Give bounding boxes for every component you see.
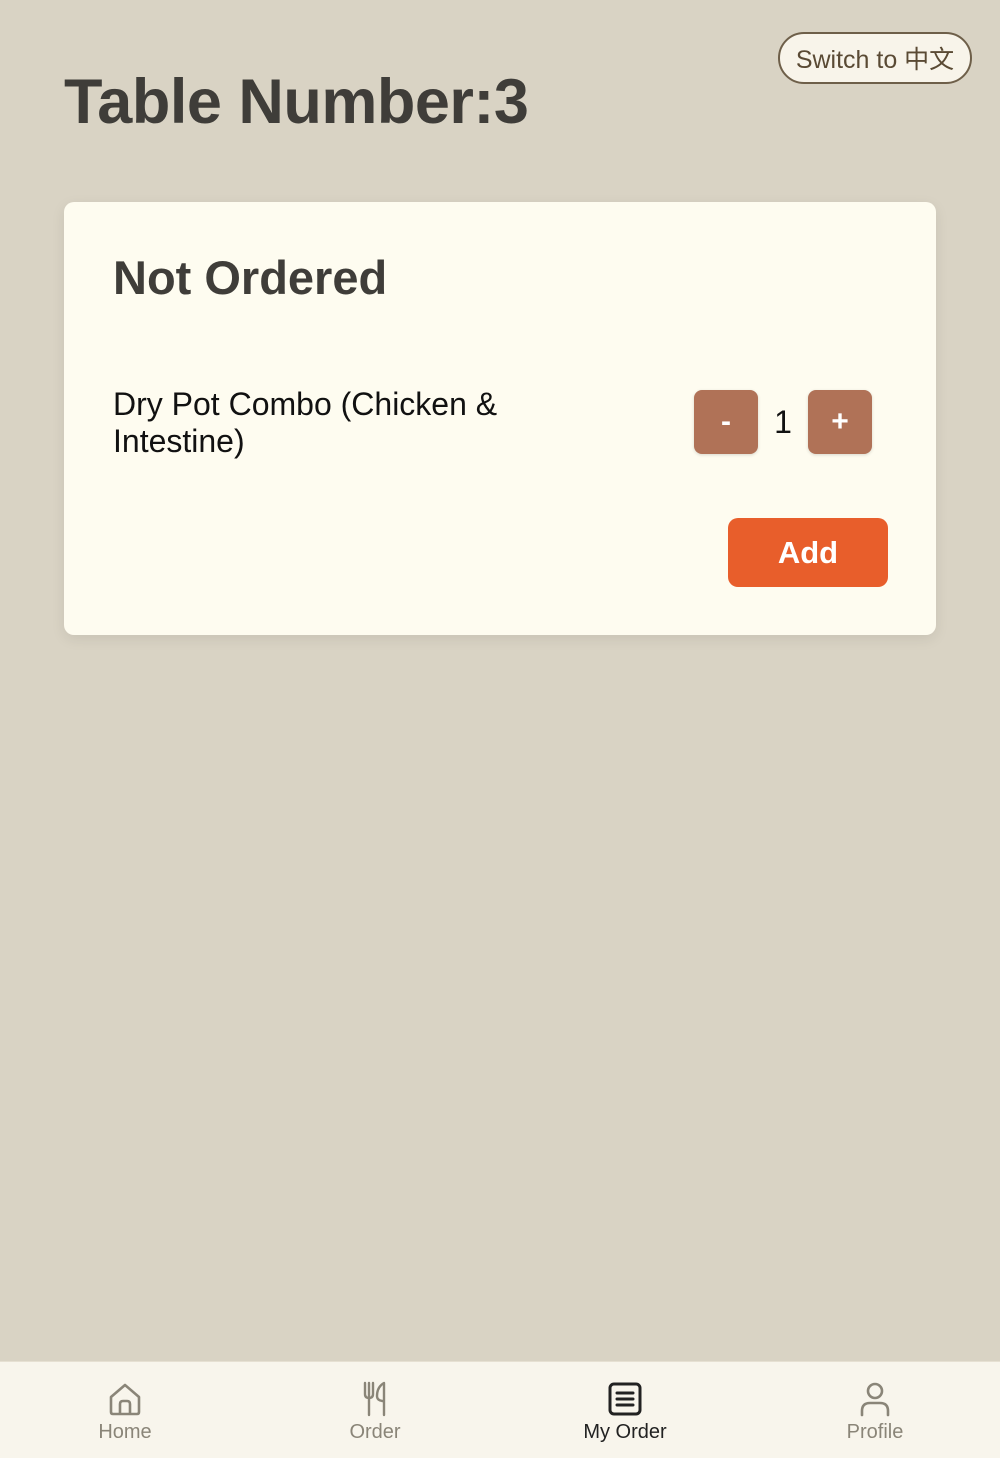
nav-item-my-order[interactable]: My Order	[500, 1362, 750, 1458]
page-title: Table Number:3	[64, 67, 529, 137]
profile-icon	[860, 1382, 890, 1417]
fork-knife-icon	[363, 1381, 386, 1417]
order-item-name: Dry Pot Combo (Chicken & Intestine)	[113, 386, 498, 459]
nav-label-my-order: My Order	[583, 1421, 667, 1443]
increase-quantity-button[interactable]: +	[808, 390, 872, 454]
language-toggle-button[interactable]: Switch to 中文	[778, 32, 972, 84]
home-icon	[109, 1383, 141, 1416]
nav-item-order[interactable]: Order	[250, 1362, 500, 1458]
quantity-value: 1	[774, 403, 792, 440]
order-card: Not Ordered Dry Pot Combo (Chicken & Int…	[64, 202, 936, 635]
nav-item-home[interactable]: Home	[0, 1362, 250, 1458]
order-status-title: Not Ordered	[113, 251, 388, 304]
bottom-navigation: Home Order My Order Profile	[0, 1361, 1000, 1458]
nav-label-profile: Profile	[846, 1421, 904, 1443]
nav-label-home: Home	[98, 1421, 152, 1443]
nav-item-profile[interactable]: Profile	[750, 1362, 1000, 1458]
decrease-quantity-button[interactable]: -	[694, 390, 758, 454]
order-list-icon	[608, 1382, 642, 1416]
add-button[interactable]: Add	[728, 518, 888, 587]
nav-label-order: Order	[349, 1421, 401, 1443]
my-order-page: Switch to 中文 Table Number:3 Not Ordered …	[0, 0, 1000, 1458]
